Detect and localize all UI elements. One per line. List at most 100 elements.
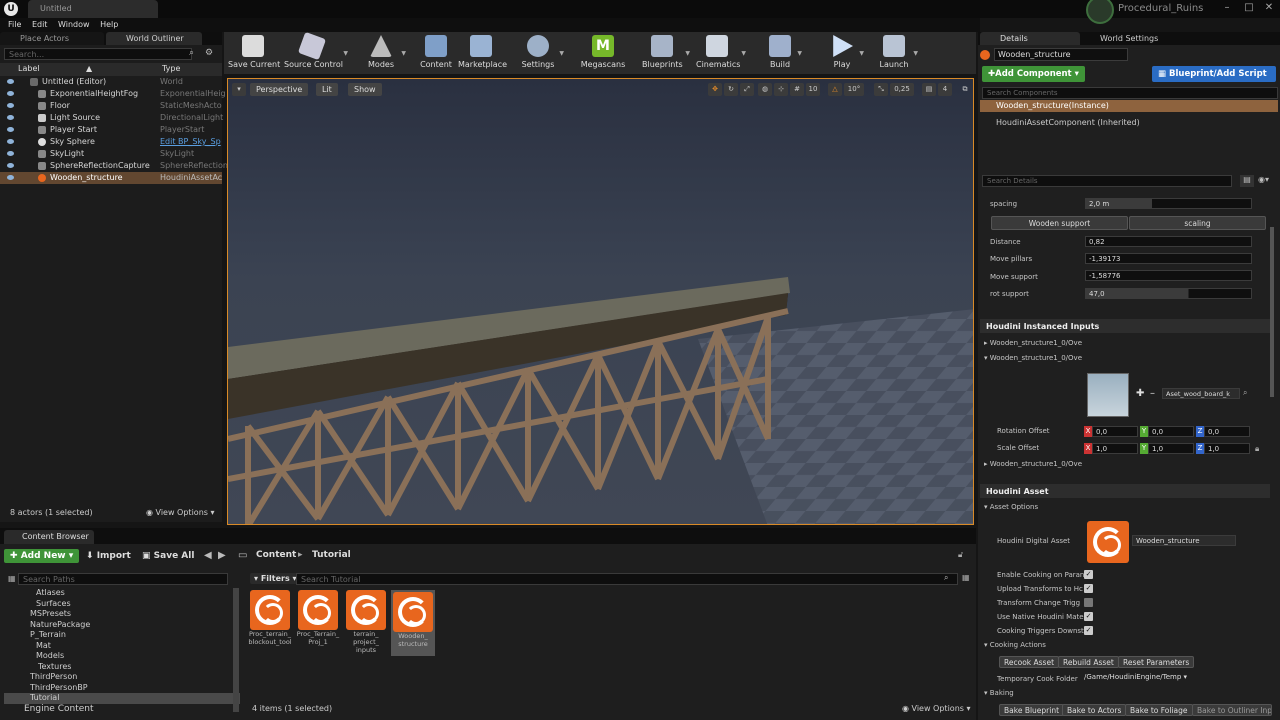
- lit-button[interactable]: Lit: [316, 83, 338, 96]
- perspective-button[interactable]: Perspective: [250, 83, 309, 96]
- houdini-asset-header[interactable]: Houdini Asset: [980, 484, 1270, 498]
- asset-dropdown[interactable]: Aset_wood_board_k: [1162, 388, 1240, 399]
- settings-button[interactable]: Settings ▼: [520, 32, 564, 69]
- view-grid-icon[interactable]: ▤: [1240, 175, 1254, 187]
- outliner-row[interactable]: SphereReflectionCapture SphereReflection: [0, 160, 228, 172]
- tab-world-outliner[interactable]: World Outliner: [106, 32, 202, 45]
- search-paths-input[interactable]: Search Paths: [18, 573, 228, 585]
- transform-change-checkbox[interactable]: [1084, 598, 1093, 607]
- breadcrumb-content[interactable]: Content: [256, 550, 296, 560]
- dropdown-arrow-icon[interactable]: ▼: [685, 50, 690, 57]
- folder-item[interactable]: Mat: [4, 641, 240, 652]
- angle-size[interactable]: 10°: [844, 83, 864, 96]
- menu-help[interactable]: Help: [100, 18, 118, 32]
- column-type[interactable]: Type: [162, 63, 180, 75]
- tab-world-settings[interactable]: World Settings: [1084, 32, 1184, 45]
- folder-item[interactable]: Surfaces: [4, 599, 240, 610]
- reset-parameters-button[interactable]: Reset Parameters: [1118, 656, 1195, 668]
- play-button[interactable]: Play ▼: [828, 32, 864, 69]
- asset-options-group[interactable]: ▾ Asset Options: [984, 503, 1038, 511]
- menu-edit[interactable]: Edit: [32, 18, 48, 32]
- save-all-button[interactable]: ▣ Save All: [136, 549, 200, 563]
- visibility-eye-icon[interactable]: [7, 151, 14, 156]
- tree-toggle-icon[interactable]: ▦: [4, 573, 16, 585]
- search-icon[interactable]: ⌕: [189, 48, 194, 58]
- scale-x-field[interactable]: 1,0: [1092, 443, 1138, 454]
- scale-y-field[interactable]: 1,0: [1148, 443, 1194, 454]
- scale-z-field[interactable]: 1,0: [1204, 443, 1250, 454]
- rotation-x-field[interactable]: 0,0: [1092, 426, 1138, 437]
- camera-speed[interactable]: 4: [938, 83, 952, 96]
- document-tab[interactable]: Untitled: [28, 0, 158, 18]
- back-arrow-icon[interactable]: ◀: [204, 550, 212, 561]
- rebuild-asset-button[interactable]: Rebuild Asset: [1058, 656, 1119, 668]
- enable-cooking-checkbox[interactable]: ✓: [1084, 570, 1093, 579]
- component-child-row[interactable]: HoudiniAssetComponent (Inherited): [996, 118, 1140, 127]
- dropdown-arrow-icon[interactable]: ▼: [797, 50, 802, 57]
- menu-file[interactable]: File: [8, 18, 21, 32]
- maximize-viewport-icon[interactable]: ⧉: [958, 83, 972, 96]
- column-label[interactable]: Label: [18, 63, 40, 75]
- camera-speed-icon[interactable]: ▤: [922, 83, 936, 96]
- forward-arrow-icon[interactable]: ▶: [218, 550, 226, 561]
- content-button[interactable]: Content: [418, 32, 454, 69]
- scale-icon[interactable]: ⤢: [740, 83, 754, 96]
- details-scrollbar[interactable]: [1270, 227, 1274, 397]
- outliner-row[interactable]: SkyLight SkyLight: [0, 148, 222, 160]
- rot-support-slider[interactable]: 47,0: [1085, 288, 1252, 299]
- folder-item[interactable]: P_Terrain: [4, 630, 240, 641]
- folder-item[interactable]: Models: [4, 651, 240, 662]
- import-button[interactable]: ⬇ Import: [80, 549, 137, 563]
- view-options-button[interactable]: ◉ View Options ▾: [146, 508, 215, 517]
- outliner-search-input[interactable]: Search...: [4, 48, 192, 60]
- tree-scrollbar[interactable]: [233, 588, 239, 712]
- outliner-row[interactable]: Floor StaticMeshActo: [0, 100, 222, 112]
- view-options-button[interactable]: ◉ View Options ▾: [902, 704, 971, 713]
- settings-icon[interactable]: ▦: [962, 573, 970, 582]
- launch-button[interactable]: Launch ▼: [878, 32, 918, 69]
- modes-button[interactable]: Modes ▼: [364, 32, 406, 69]
- add-new-button[interactable]: ✚ Add New ▾: [4, 549, 80, 563]
- dropdown-arrow-icon[interactable]: ▼: [401, 50, 406, 57]
- eye-icon[interactable]: ◉▾: [1258, 175, 1269, 184]
- component-instance-row[interactable]: Wooden_structure(Instance): [980, 100, 1278, 112]
- cinematics-button[interactable]: Cinematics ▼: [696, 32, 746, 69]
- spacing-slider[interactable]: 2,0 m: [1085, 198, 1252, 209]
- scale-snap-icon[interactable]: ⤡: [874, 83, 888, 96]
- asset-search-input[interactable]: Search Tutorial: [296, 573, 958, 585]
- houdini-asset-thumbnail[interactable]: [1087, 521, 1129, 563]
- instanced-input-row[interactable]: ▸ Wooden_structure1_0/Ove: [984, 460, 1082, 468]
- tab-wooden-support[interactable]: Wooden support: [991, 216, 1128, 230]
- asset-tile[interactable]: Proc_terrain_ blockout_tool: [248, 590, 292, 656]
- maximize-icon[interactable]: □: [1242, 2, 1256, 16]
- bake-to-foliage-button[interactable]: Bake to Foliage: [1125, 704, 1193, 716]
- visibility-eye-icon[interactable]: [7, 139, 14, 144]
- cooking-triggers-checkbox[interactable]: ✓: [1084, 626, 1093, 635]
- asset-tile[interactable]: terrain_ project_ inputs: [344, 590, 388, 656]
- outliner-row[interactable]: ExponentialHeightFog ExponentialHeig: [0, 88, 226, 100]
- dropdown-arrow-icon[interactable]: ▼: [343, 50, 348, 57]
- bake-to-outliner-button[interactable]: Bake to Outliner Inp: [1192, 704, 1272, 716]
- scale-size[interactable]: 0,25: [890, 83, 914, 96]
- surface-snap-icon[interactable]: ⊹: [774, 83, 788, 96]
- outliner-row-selected[interactable]: Wooden_structure HoudiniAssetAc: [0, 172, 222, 184]
- close-icon[interactable]: ✕: [1262, 2, 1276, 16]
- tab-content-browser[interactable]: Content Browser: [4, 530, 94, 544]
- build-button[interactable]: Build ▼: [766, 32, 802, 69]
- dropdown-arrow-icon[interactable]: ▼: [741, 50, 746, 57]
- folder-item[interactable]: Atlases: [4, 588, 240, 599]
- visibility-eye-icon[interactable]: [7, 79, 14, 84]
- remove-icon[interactable]: –: [1150, 388, 1155, 399]
- tab-place-actors[interactable]: Place Actors: [0, 32, 104, 45]
- source-control-button[interactable]: Source Control ▼: [284, 31, 348, 69]
- show-button[interactable]: Show: [348, 83, 382, 96]
- actor-name-field[interactable]: Wooden_structure: [994, 48, 1128, 61]
- folder-item[interactable]: ThirdPerson: [4, 672, 240, 683]
- filters-button[interactable]: ▾ Filters ▾: [250, 573, 301, 584]
- instanced-input-row[interactable]: ▾ Wooden_structure1_0/Ove: [984, 354, 1082, 362]
- bake-to-actors-button[interactable]: Bake to Actors: [1062, 704, 1127, 716]
- native-materials-checkbox[interactable]: ✓: [1084, 612, 1093, 621]
- viewport-menu-icon[interactable]: ▾: [232, 83, 246, 96]
- upload-transforms-checkbox[interactable]: ✓: [1084, 584, 1093, 593]
- breadcrumb-tutorial[interactable]: Tutorial: [312, 550, 351, 560]
